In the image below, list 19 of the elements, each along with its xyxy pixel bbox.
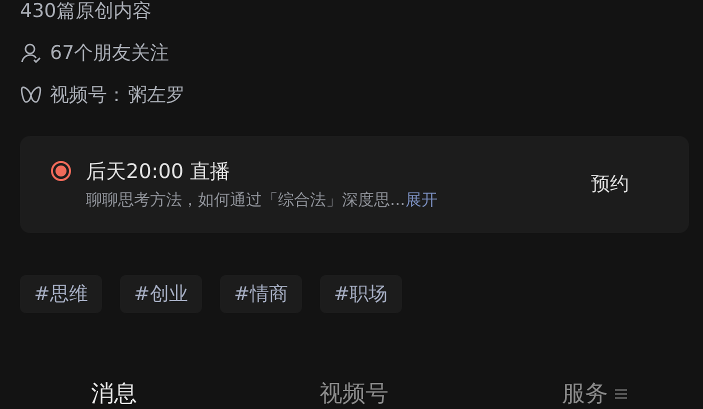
channels-label: 视频号： [50,84,126,106]
friends-following[interactable]: 67个朋友关注 [50,42,170,64]
topic-tag[interactable]: #职场 [320,275,402,313]
topic-tag[interactable]: #情商 [220,275,302,313]
butterfly-icon [20,85,42,105]
tab[interactable]: 视频号 [320,381,388,407]
reserve-button[interactable]: 预约 [591,170,629,199]
expand-link[interactable]: 展开 [405,190,438,210]
article-count: 430篇原创内容 [20,0,152,22]
topic-tag[interactable]: #创业 [120,275,202,313]
tab[interactable]: 服务 [562,381,608,407]
live-description: 聊聊思考方法，如何通过「综合法」深度思... [86,190,406,210]
person-icon [20,42,42,64]
live-title: 后天20:00 直播 [86,160,230,182]
menu-icon[interactable] [614,388,628,400]
tab[interactable]: 消息 [91,381,137,407]
channels-name[interactable]: 粥左罗 [128,84,185,106]
topic-tag[interactable]: #思维 [20,275,102,313]
live-dot-icon [50,160,72,182]
